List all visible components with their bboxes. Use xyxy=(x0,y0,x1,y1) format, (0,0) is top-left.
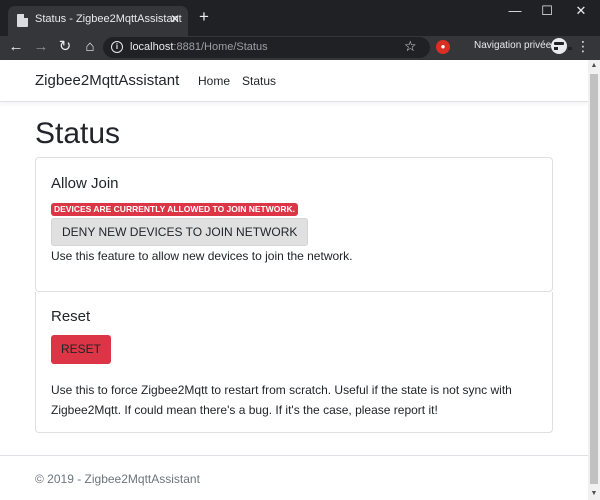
reset-title: Reset xyxy=(51,308,91,325)
close-tab-icon[interactable]: ✕ xyxy=(168,12,182,26)
page-footer: © 2019 - Zigbee2MqttAssistant xyxy=(0,455,588,500)
maximize-window-icon[interactable]: ☐ xyxy=(532,2,562,20)
deny-join-button[interactable]: DENY NEW DEVICES TO JOIN NETWORK xyxy=(51,218,309,246)
address-bar[interactable]: i localhost:8881/Home/Status xyxy=(103,37,430,58)
nav-link-home[interactable]: Home xyxy=(198,74,230,88)
incognito-label: Navigation privée xyxy=(474,40,552,51)
scroll-up-arrow-icon[interactable]: ▲ xyxy=(588,60,600,72)
url-path: :8881/Home/Status xyxy=(173,41,268,53)
minimize-window-icon[interactable]: — xyxy=(500,2,530,20)
reset-button[interactable]: RESET xyxy=(51,335,112,364)
allow-join-title: Allow Join xyxy=(51,175,119,192)
forward-arrow-icon[interactable]: → xyxy=(31,37,51,57)
close-window-icon[interactable]: ✕ xyxy=(566,2,596,20)
back-arrow-icon[interactable]: ← xyxy=(6,37,26,57)
site-info-icon[interactable]: i xyxy=(111,41,123,53)
bookmark-star-icon[interactable]: ☆ xyxy=(404,38,417,55)
home-icon[interactable]: ⌂ xyxy=(80,37,100,57)
scroll-down-arrow-icon[interactable]: ▼ xyxy=(588,488,600,500)
scrollbar-thumb[interactable] xyxy=(590,74,598,484)
footer-copyright: © 2019 - Zigbee2MqttAssistant xyxy=(35,472,200,486)
extension-icon[interactable]: ● xyxy=(436,40,450,54)
tab-title: Status - Zigbee2MqttAssistant xyxy=(35,13,182,25)
url-text[interactable]: localhost:8881/Home/Status xyxy=(130,41,268,53)
site-navbar: Zigbee2MqttAssistant Home Status xyxy=(0,60,588,102)
reload-icon[interactable]: ↻ xyxy=(55,37,75,57)
page-title: Status xyxy=(35,117,121,150)
nav-link-status[interactable]: Status xyxy=(242,74,276,88)
allow-join-card: Allow Join DEVICES ARE CURRENTLY ALLOWED… xyxy=(35,157,553,292)
brand-link[interactable]: Zigbee2MqttAssistant xyxy=(35,72,179,89)
incognito-icon[interactable] xyxy=(551,38,572,54)
reset-description: Use this to force Zigbee2Mqtt to restart… xyxy=(51,383,512,417)
url-host: localhost xyxy=(130,41,174,53)
browser-titlebar: Status - Zigbee2MqttAssistant ✕ + — ☐ ✕ xyxy=(0,0,600,36)
new-tab-icon[interactable]: + xyxy=(196,8,212,26)
page-favicon-icon xyxy=(17,14,28,27)
allow-join-description: Use this feature to allow new devices to… xyxy=(51,249,353,263)
browser-tab[interactable]: Status - Zigbee2MqttAssistant ✕ xyxy=(8,6,188,36)
join-status-badge: DEVICES ARE CURRENTLY ALLOWED TO JOIN NE… xyxy=(51,203,299,216)
browser-menu-icon[interactable]: ⋮ xyxy=(576,38,590,54)
page-content: Zigbee2MqttAssistant Home Status Status … xyxy=(0,60,588,500)
vertical-scrollbar[interactable]: ▲ ▼ xyxy=(588,60,600,500)
reset-card: Reset RESET Use this to force Zigbee2Mqt… xyxy=(35,292,553,433)
